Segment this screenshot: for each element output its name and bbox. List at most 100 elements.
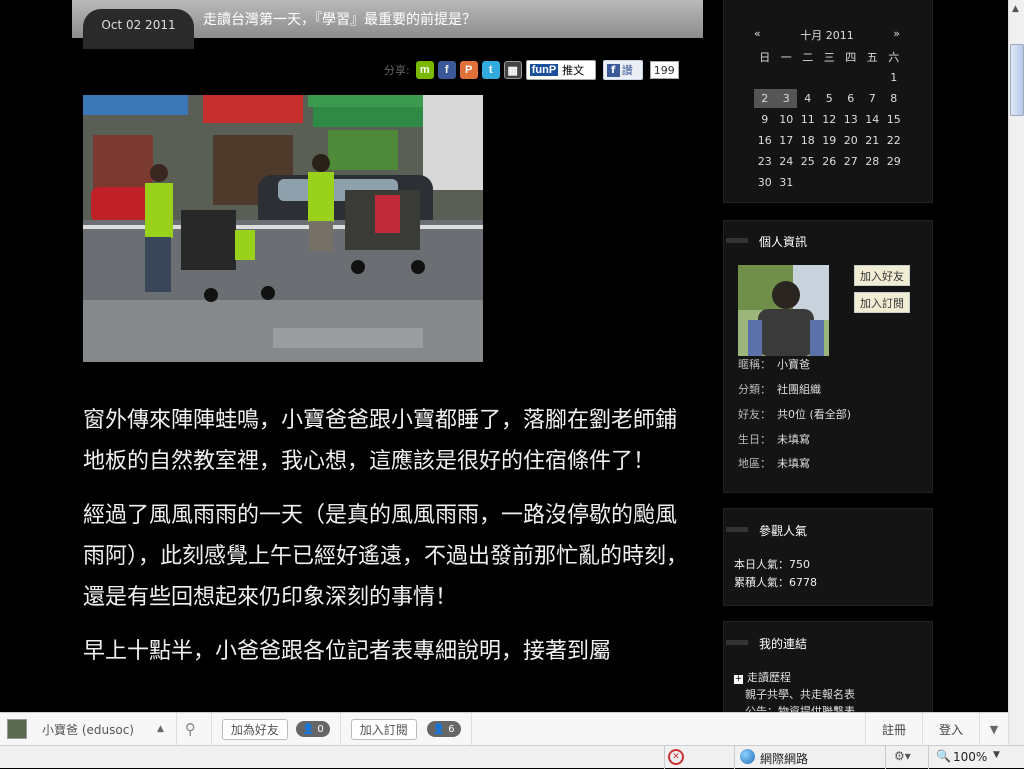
profile-row-value[interactable]: 共0位 (看全部)	[777, 408, 851, 421]
page-viewport: Oct 02 2011 走讀台灣第一天，『學習』最重要的前提是？ 分享: m f…	[0, 0, 1008, 712]
popularity-total: 累積人氣：6778	[734, 576, 817, 589]
calendar-month: 十月 2011	[800, 29, 854, 42]
toolbar-add-friend-button[interactable]: 加為好友	[221, 718, 288, 740]
post-body: 窗外傳來陣陣蛙鳴，小寶爸爸跟小寶都睡了，落腳在劉老師鋪地板的自然教室裡，我心想，…	[83, 400, 693, 685]
plurk-share-icon[interactable]: m	[415, 61, 434, 79]
calendar-day[interactable]: 3	[775, 89, 797, 108]
person-icon: 👤	[301, 723, 315, 735]
profile-row-value: 未填寫	[777, 433, 810, 446]
facebook-like-count: 199	[649, 61, 679, 79]
calendar-day: 6	[847, 92, 855, 105]
protected-mode-icon[interactable]: ⚙▾	[894, 749, 911, 763]
toolbar-subscribe-button[interactable]: 加入訂閱	[350, 718, 417, 740]
status-divider	[885, 746, 886, 769]
zoom-icon[interactable]: 🔍	[936, 749, 951, 763]
collapse-toolbar-icon[interactable]: ▼	[980, 723, 1008, 736]
profile-row-label: 生日：	[738, 433, 771, 446]
avatar[interactable]	[738, 265, 829, 356]
expand-plus-icon[interactable]: +	[734, 675, 743, 684]
calendar-day[interactable]: 2	[754, 89, 776, 108]
calendar-day: 8	[890, 92, 898, 105]
calendar-empty-cell	[797, 68, 819, 87]
delicious-share-icon[interactable]: ▦	[503, 61, 522, 79]
profile-row-region: 地區： 未填寫	[738, 455, 810, 471]
calendar-day: 5	[825, 92, 833, 105]
calendar-day: 26	[822, 155, 837, 168]
widget-bar	[726, 640, 748, 645]
globe-icon	[740, 749, 755, 764]
calendar-day: 22	[886, 134, 901, 147]
caret-up-icon[interactable]: ▲	[157, 724, 164, 734]
calendar-day: 11	[800, 113, 815, 126]
post-paragraph: 早上十點半，小爸爸跟各位記者表專細說明，接著到屬	[83, 639, 612, 664]
calendar-day: 24	[779, 155, 794, 168]
calendar-empty-cell	[776, 68, 798, 87]
popularity-today: 本日人氣：750	[734, 558, 810, 571]
share-label: 分享:	[384, 64, 410, 77]
profile-row-label: 暱稱：	[738, 358, 771, 371]
share-bar: 分享: m f P t ▦ funP 推文 f讚 199	[384, 59, 679, 81]
scrollbar-thumb[interactable]	[1010, 44, 1024, 116]
friend-count: 0	[317, 723, 324, 735]
calendar-empty-cell	[840, 68, 862, 87]
facebook-icon: f	[606, 63, 620, 77]
calendar-day: 13	[843, 113, 858, 126]
link-item[interactable]: 公告：物資提供聯繫表	[745, 703, 855, 712]
post-title[interactable]: 走讀台灣第一天，『學習』最重要的前提是？	[203, 9, 476, 29]
user-avatar-icon[interactable]	[7, 719, 27, 739]
add-friend-button[interactable]: 加入好友	[854, 265, 910, 286]
calendar-day: 21	[865, 134, 880, 147]
register-link[interactable]: 註冊	[866, 721, 922, 738]
subscribe-count-badge: 👤 6	[426, 721, 461, 737]
toolbar-username[interactable]: 小寶爸 (edusoc)	[42, 721, 157, 738]
post-paragraph: 經過了風風雨雨的一天（是真的風風雨雨，一路沒停歇的颱風雨阿），此刻感覺上午已經好…	[83, 503, 689, 610]
profile-row-value: 小寶爸	[777, 358, 810, 371]
calendar-day: 14	[865, 113, 880, 126]
person-icon: 👤	[432, 723, 446, 735]
profile-row-label: 分類：	[738, 383, 771, 396]
post-date: Oct 02 2011	[83, 9, 194, 49]
calendar-day: 17	[779, 134, 794, 147]
profile-row-nickname: 暱稱： 小寶爸	[738, 356, 810, 372]
profile-row-value[interactable]: 社團組織	[777, 383, 821, 396]
facebook-like-button[interactable]: f讚	[602, 60, 643, 80]
calendar-day: 19	[822, 134, 837, 147]
calendar-day: 20	[843, 134, 858, 147]
links-folder[interactable]: + 走讀歷程	[734, 669, 791, 685]
profile-row-value: 未填寫	[777, 457, 810, 470]
calendar-weekday: 四	[845, 50, 857, 64]
calendar-day: 9	[761, 113, 769, 126]
vertical-scrollbar[interactable]: ▲	[1008, 0, 1024, 745]
status-divider	[928, 746, 929, 769]
profile-row-label: 地區：	[738, 457, 771, 470]
browser-status-bar: ✕ 網際網路 ⚙▾ 🔍 100% ▼	[0, 745, 1024, 769]
calendar-empty-cell	[819, 68, 841, 87]
subscribe-button[interactable]: 加入訂閱	[854, 292, 910, 313]
zoom-dropdown-icon[interactable]: ▼	[993, 750, 1000, 760]
funp-label: 推文	[562, 65, 585, 77]
status-divider	[734, 746, 735, 769]
calendar-next-icon[interactable]: »	[893, 27, 900, 43]
friend-count-badge: 👤 0	[295, 721, 330, 737]
login-link[interactable]: 登入	[923, 721, 979, 738]
scroll-up-icon[interactable]: ▲	[1012, 4, 1019, 14]
links-folder-label[interactable]: 走讀歷程	[747, 671, 791, 684]
toolbar-divider	[210, 712, 212, 746]
search-icon[interactable]: ⚲	[185, 720, 205, 738]
zoom-level[interactable]: 100%	[953, 750, 987, 764]
calendar-weekday: 一	[780, 50, 792, 64]
link-item[interactable]: 親子共學、共走報名表	[745, 686, 855, 702]
calendar-prev-icon[interactable]: «	[754, 27, 761, 43]
calendar-day: 29	[886, 155, 901, 168]
security-zone: 網際網路	[760, 752, 809, 766]
calendar-day: 1	[890, 71, 898, 84]
pixnet-share-icon[interactable]: P	[459, 61, 478, 79]
popup-blocked-icon[interactable]: ✕	[668, 749, 684, 765]
calendar-nav: « 十月 2011 »	[754, 27, 900, 43]
facebook-share-icon[interactable]: f	[437, 61, 456, 79]
fb-like-label: 讚	[621, 64, 633, 77]
calendar-empty-cell	[754, 68, 776, 87]
funp-button[interactable]: funP 推文	[525, 60, 596, 80]
calendar-day: 25	[800, 155, 815, 168]
twitter-share-icon[interactable]: t	[481, 61, 500, 79]
